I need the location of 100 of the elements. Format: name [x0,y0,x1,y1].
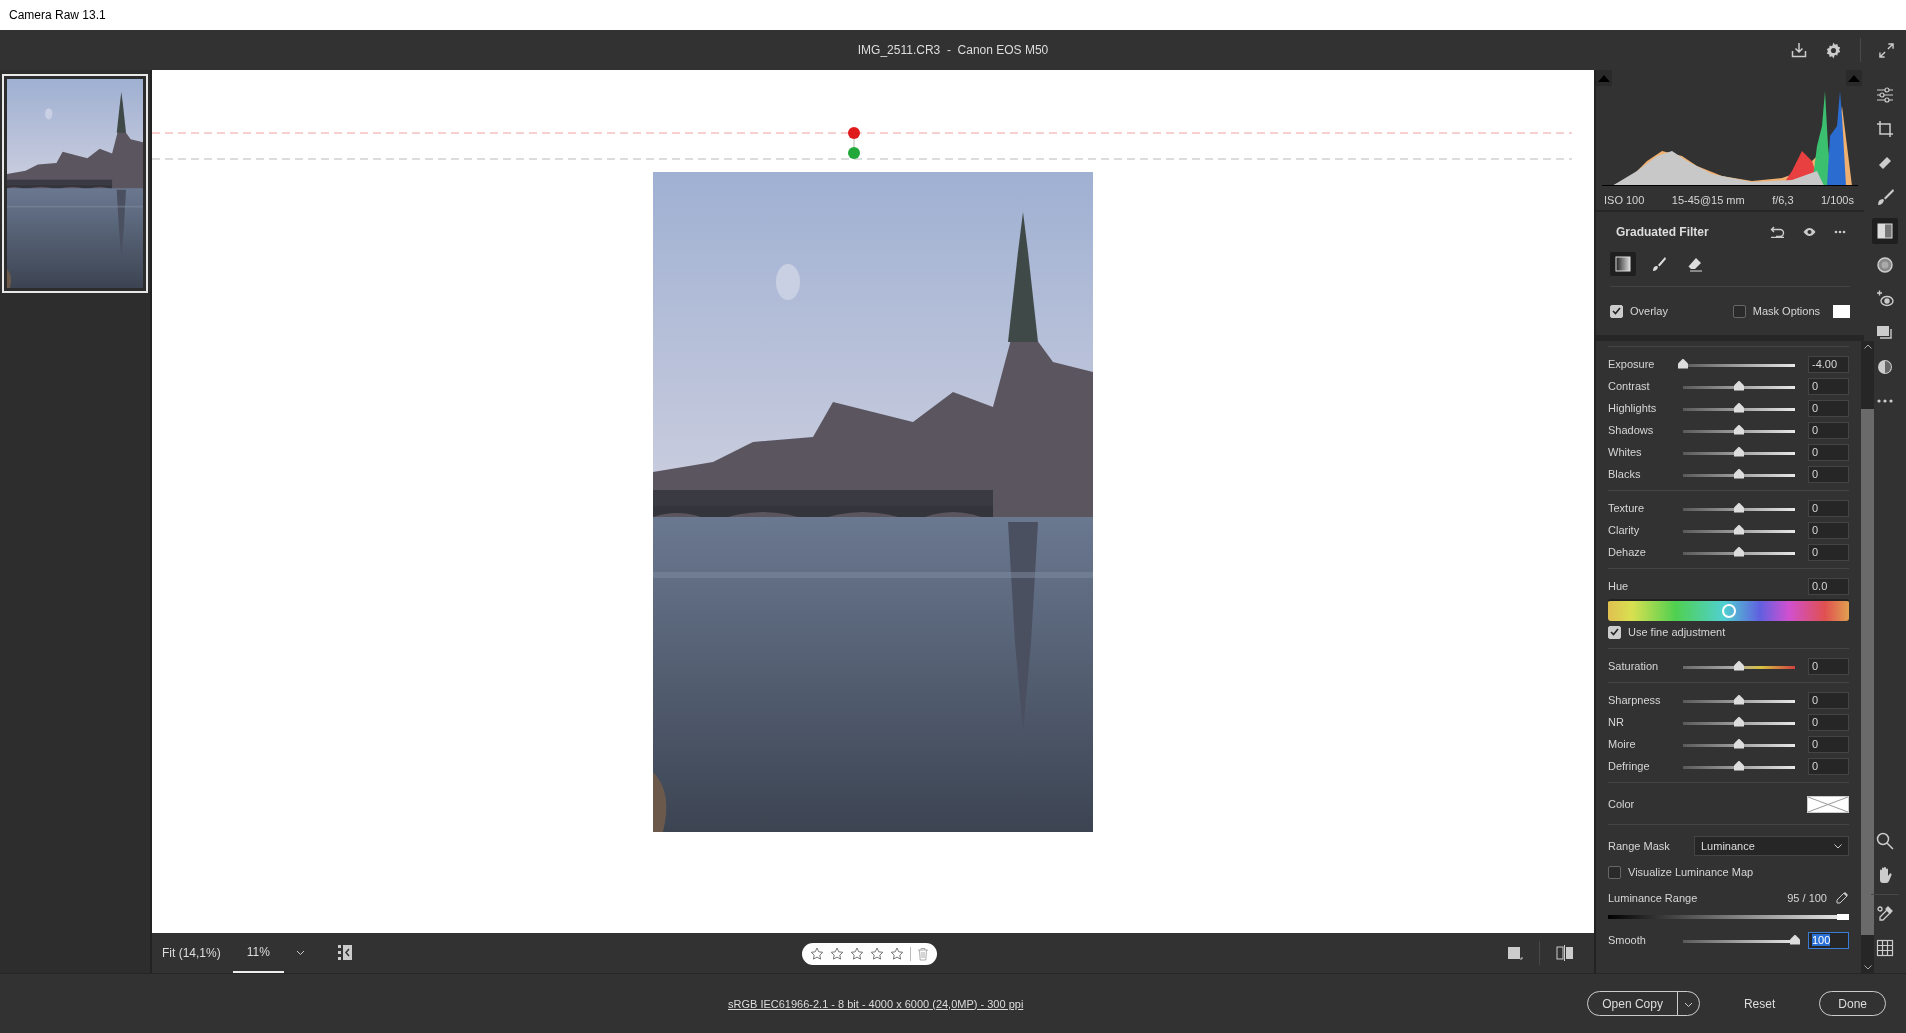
star-icon[interactable] [810,947,824,961]
slider-thumb[interactable] [1734,468,1744,479]
caret-icon[interactable] [295,950,305,956]
more-icon [1876,399,1894,403]
slider-thumb[interactable] [1734,738,1744,749]
mask-color-swatch[interactable] [1833,304,1850,318]
eyedropper-icon[interactable] [1835,891,1849,905]
value-field[interactable]: 0 [1808,657,1849,675]
value-field[interactable]: 0 [1808,757,1849,775]
exif-info: 15-45@15 mm [1671,194,1745,206]
hue-thumb[interactable] [1721,604,1736,618]
half-circle-icon [1876,358,1894,376]
shadow-clipping-icon[interactable] [1596,70,1612,86]
slider-thumb[interactable] [1734,694,1744,705]
gradient-tool-button[interactable] [1872,218,1898,244]
slider-thumb[interactable] [1734,446,1744,457]
slider-thumb[interactable] [1734,502,1744,513]
gradient-mode-button[interactable] [1610,252,1636,276]
value-field[interactable]: 0 [1808,499,1849,517]
circle-icon [1876,256,1894,274]
slider-label: Sharpness [1608,694,1662,706]
star-icon[interactable] [870,947,884,961]
brush-icon [1876,188,1894,206]
value-field[interactable]: 100 [1808,931,1849,949]
star-rating[interactable] [810,947,904,961]
slider-thumb[interactable] [1678,358,1688,369]
slider-label: Hue [1608,580,1630,592]
before-after-icon[interactable] [1556,945,1574,961]
settings-icon[interactable] [1825,41,1842,59]
color-swatch[interactable] [1807,795,1849,813]
gradient-icon [1615,256,1631,272]
value-field[interactable]: 0 [1808,735,1849,753]
dropdown-label: Range Mask [1608,840,1671,852]
zoom-icon [1876,832,1894,850]
mask-options-checkbox[interactable] [1732,304,1746,318]
value-field[interactable]: -4.00 [1808,355,1849,373]
slider-label: Contrast [1608,380,1651,392]
scroll-down-icon[interactable] [1863,965,1872,970]
slider-label: Clarity [1608,524,1641,536]
slider-thumb[interactable] [1734,660,1744,671]
stack-icon [1876,324,1894,342]
slider-thumb[interactable] [1734,760,1744,771]
star-icon[interactable] [890,947,904,961]
fit-label: Fit (14,1%) [162,946,221,960]
slider-label: Saturation [1608,660,1660,672]
scrollbar[interactable] [1861,341,1874,973]
range-label: Luminance Range [1608,892,1699,904]
image-info-link[interactable]: sRGB IEC61966-2.1 - 8 bit - 4000 x 6000 (24,0MP) - 300 ppi [728,997,1024,1010]
sliders-icon [1876,86,1894,104]
grid-icon [1876,939,1894,957]
scroll-up-icon[interactable] [1863,344,1872,349]
brush-icon [1651,256,1667,272]
value-field[interactable]: 0 [1808,691,1849,709]
exif-info: ISO 100 [1604,194,1645,206]
range-mask-dropdown[interactable]: Luminance [1694,836,1849,856]
panel-title: Graduated Filter [1615,225,1709,239]
value-field[interactable]: 0 [1808,521,1849,539]
fullscreen-icon[interactable] [1879,42,1894,58]
slider-label: Moire [1608,738,1637,750]
hue-slider[interactable] [1608,599,1849,621]
luminance-range-bar[interactable] [1608,915,1849,919]
value-field[interactable]: 0 [1808,377,1849,395]
more-icon[interactable] [1834,230,1846,234]
value-field[interactable]: 0 [1808,713,1849,731]
slider-thumb[interactable] [1734,424,1744,435]
reset-icon[interactable] [1770,226,1785,238]
eye-icon [1876,290,1894,308]
highlight-clipping-icon[interactable] [1846,70,1862,86]
checkbox[interactable] [1608,865,1621,879]
value-field[interactable]: 0.0 [1808,577,1849,595]
slider-thumb[interactable] [1734,716,1744,727]
value-field[interactable]: 0 [1808,543,1849,561]
gradient-icon [1876,222,1894,240]
filmstrip-toggle-icon[interactable] [336,944,353,962]
value-field[interactable]: 0 [1808,399,1849,417]
exif-info: 1/100s [1820,194,1854,206]
slider-label: Blacks [1608,468,1642,480]
range-value: 95 / 100 [1787,892,1827,904]
slider-thumb[interactable] [1734,546,1744,557]
value-field[interactable]: 0 [1808,421,1849,439]
star-icon[interactable] [850,947,864,961]
range-handle[interactable] [1836,914,1849,920]
exif-info: f/6,3 [1772,194,1794,206]
slider-label: Texture [1608,502,1646,514]
save-icon[interactable] [1791,42,1807,58]
value-field[interactable]: 0 [1808,465,1849,483]
slider-label: NR [1608,716,1625,728]
crop-icon [1876,120,1894,138]
slider-thumb[interactable] [1734,524,1744,535]
slider-thumb[interactable] [1734,402,1744,413]
reset-button[interactable]: Reset [1723,996,1796,1011]
slider-thumb[interactable] [1734,380,1744,391]
overlay-checkbox[interactable] [1610,304,1623,318]
color-label: Color [1608,798,1636,810]
value-field[interactable]: 0 [1808,443,1849,461]
slider-label: Dehaze [1608,546,1647,558]
visibility-icon[interactable] [1803,227,1816,237]
slider-thumb[interactable] [1790,934,1800,945]
star-icon[interactable] [830,947,844,961]
single-view-icon[interactable] [1507,945,1523,961]
